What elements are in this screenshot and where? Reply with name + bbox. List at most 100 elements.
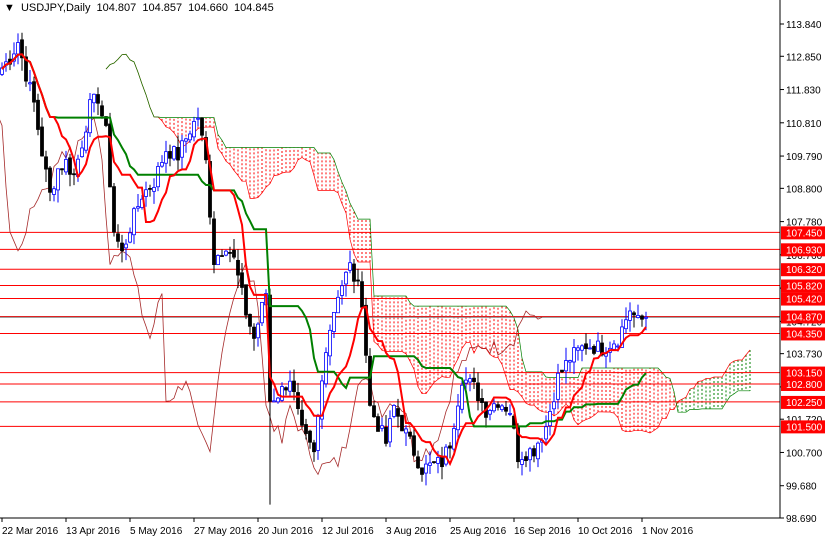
- open-value: 104.807: [96, 2, 137, 14]
- level-label: 101.500: [786, 422, 823, 433]
- candle-body: [64, 159, 68, 173]
- candle-body: [640, 315, 644, 320]
- candle-body: [464, 379, 468, 384]
- candle-body: [352, 263, 356, 282]
- candle-body: [164, 151, 168, 164]
- candle-body: [624, 319, 628, 330]
- candle-body: [244, 284, 248, 316]
- x-tick-label: 27 May 2016: [194, 526, 252, 537]
- candle-body: [544, 426, 548, 440]
- candle-body: [28, 82, 32, 85]
- candle-body: [584, 343, 588, 350]
- kumo-cloud: [161, 117, 751, 434]
- x-tick-label: 3 Aug 2016: [386, 526, 437, 537]
- candle-body: [432, 461, 436, 463]
- senkou-span-b: [105, 53, 750, 413]
- low-value: 104.660: [188, 2, 228, 14]
- candle-body: [476, 382, 480, 402]
- candle-body: [156, 166, 160, 188]
- candle-body: [340, 285, 344, 296]
- candle-body: [500, 405, 504, 410]
- candle-body: [200, 117, 204, 136]
- level-label: 104.350: [786, 329, 823, 340]
- x-tick-label: 12 Jul 2016: [322, 526, 374, 537]
- candle-body: [148, 187, 152, 190]
- level-label: 106.930: [786, 245, 823, 256]
- candle-body: [360, 281, 364, 308]
- candle-body: [124, 243, 128, 249]
- candle-body: [120, 242, 124, 252]
- candle-body: [548, 411, 552, 427]
- candle-body: [212, 218, 216, 265]
- x-tick-label: 5 May 2016: [130, 526, 183, 537]
- candle-body: [240, 272, 244, 288]
- kijun-sen: [1, 53, 647, 428]
- candle-body: [312, 442, 316, 453]
- candle-body: [128, 232, 132, 243]
- candle-body: [144, 189, 148, 197]
- x-tick-label: 10 Oct 2016: [578, 526, 633, 537]
- candle-body: [136, 206, 140, 209]
- price-chart[interactable]: 113.840 112.850 111.830 110.810 109.790 108.8…: [0, 0, 825, 538]
- senkou-span-a: [105, 53, 751, 434]
- candle-body: [288, 380, 292, 392]
- candle-body: [160, 162, 164, 167]
- candle-body: [236, 259, 240, 276]
- candle-body: [400, 414, 404, 432]
- chart-title: ▼ USDJPY,Daily 104.807 104.857 104.660 1…: [4, 2, 277, 14]
- candle-body: [36, 99, 40, 130]
- y-tick-label: 100.700: [786, 448, 823, 459]
- candle-body: [536, 442, 540, 460]
- candle-body: [444, 446, 448, 465]
- candle-body: [116, 233, 120, 242]
- candle-body: [388, 418, 392, 443]
- candle-body: [564, 360, 568, 372]
- candle-body: [132, 208, 136, 236]
- chart-window[interactable]: ▼ USDJPY,Daily 104.807 104.857 104.660 1…: [0, 0, 825, 538]
- candle-body: [580, 345, 584, 351]
- candle-body: [460, 384, 464, 410]
- candle-body: [280, 386, 284, 401]
- candle-body: [300, 409, 304, 426]
- candle-body: [84, 131, 88, 151]
- candle-body: [632, 312, 636, 316]
- candle-body: [260, 301, 264, 324]
- candle-body: [56, 168, 60, 191]
- level-label: 105.420: [786, 295, 823, 306]
- dropdown-triangle-icon[interactable]: ▼: [4, 2, 15, 14]
- candle-body: [332, 311, 336, 332]
- candle-body: [488, 410, 492, 415]
- candle-body: [348, 262, 352, 271]
- y-tick-label: 113.840: [786, 20, 822, 31]
- candle-body: [376, 416, 380, 432]
- candle-body: [80, 147, 84, 158]
- y-tick-label: 108.800: [786, 184, 823, 195]
- candles: [0, 32, 648, 505]
- candle-body: [248, 313, 252, 327]
- candle-body: [228, 252, 232, 254]
- candle-body: [568, 360, 572, 363]
- candle-body: [284, 387, 288, 391]
- candle-body: [108, 123, 112, 188]
- level-label: 106.320: [786, 265, 823, 276]
- candle-body: [356, 279, 360, 282]
- x-tick-label: 20 Jun 2016: [258, 526, 313, 537]
- x-tick-label: 1 Nov 2016: [642, 526, 694, 537]
- candle-body: [552, 401, 556, 410]
- candle-body: [96, 94, 100, 104]
- candle-body: [588, 347, 592, 350]
- candle-body: [576, 347, 580, 351]
- candle-body: [188, 133, 192, 141]
- candle-body: [420, 467, 424, 475]
- candle-body: [452, 428, 456, 450]
- y-tick-label: 109.790: [786, 152, 823, 163]
- candle-body: [184, 138, 188, 142]
- candle-body: [636, 315, 640, 318]
- candle-body: [344, 271, 348, 285]
- candle-body: [72, 173, 76, 176]
- level-label: 107.450: [786, 228, 823, 239]
- y-tick-label: 98.690: [786, 514, 817, 525]
- level-label: 104.870: [786, 312, 823, 323]
- candle-body: [32, 81, 36, 103]
- candle-body: [428, 462, 432, 466]
